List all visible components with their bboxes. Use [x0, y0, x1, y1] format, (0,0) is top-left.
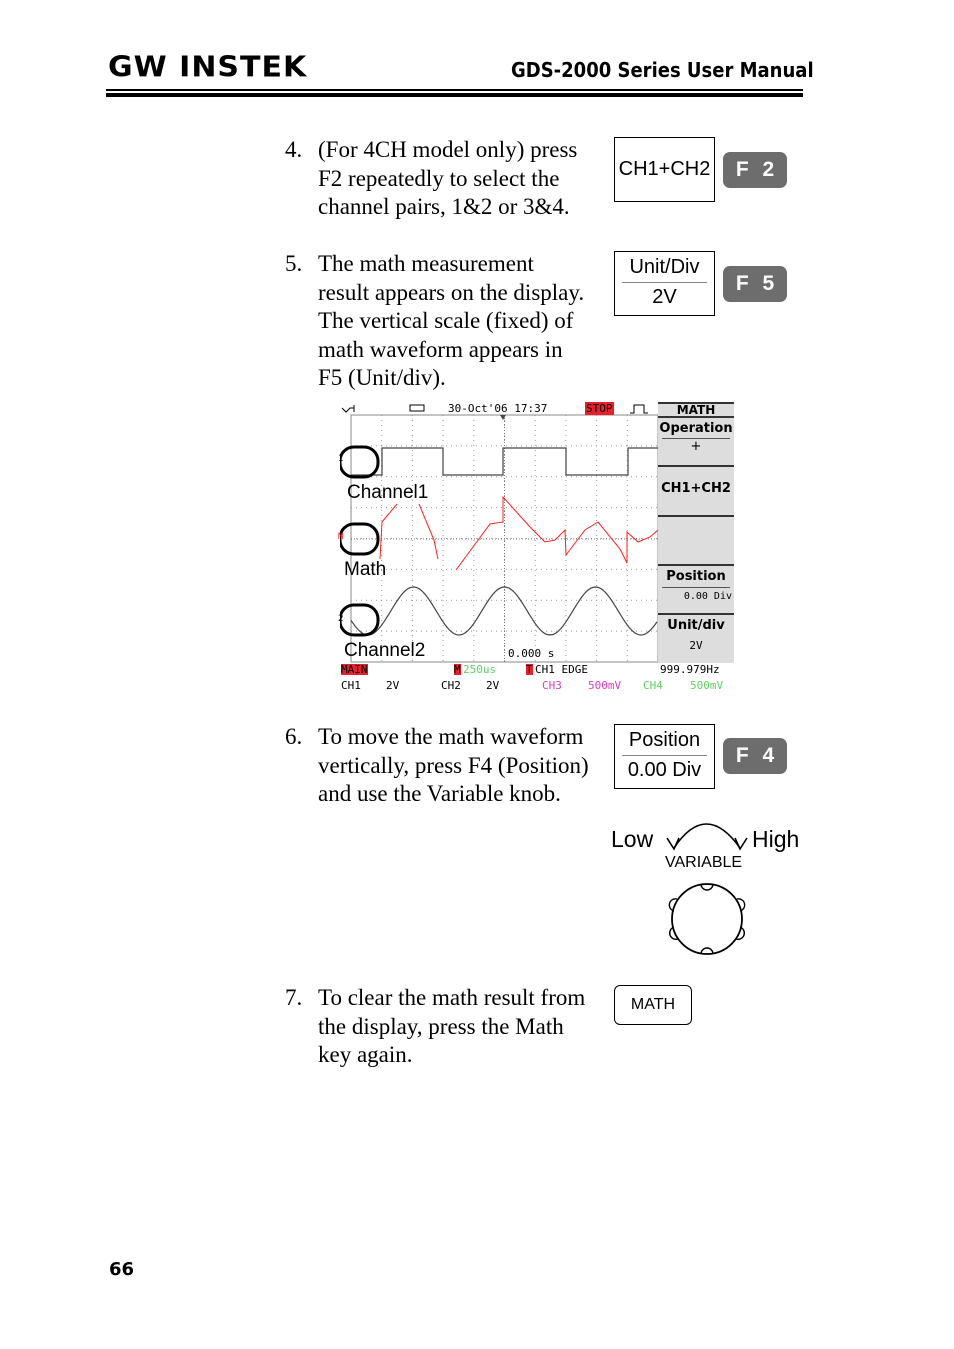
math-key-button[interactable]: MATH	[614, 985, 692, 1025]
position-softkey-display: Position 0.00 Div	[614, 724, 715, 789]
scope-menu-operation: Operation +	[658, 416, 734, 465]
unit-div-label: Unit/Div	[629, 256, 700, 278]
step-number: 4.	[285, 137, 303, 162]
usb-icon	[409, 404, 425, 412]
position-value: 0.00 Div	[627, 759, 702, 781]
knob-low-label: Low	[611, 826, 654, 852]
step-text: The math measurement result appears on t…	[318, 251, 585, 390]
ch2-label: CH2	[441, 679, 461, 692]
step-text: To clear the math result from the displa…	[318, 985, 586, 1067]
knob-high-label: High	[752, 826, 800, 852]
step-number: 5.	[285, 251, 303, 276]
knob-variable-label: VARIABLE	[665, 854, 743, 871]
mode-main: MAIN	[341, 663, 368, 676]
scope-menu-empty	[658, 515, 734, 564]
channel2-callout: Channel2	[344, 640, 426, 661]
manual-page: GW INSTEK GDS-2000 Series User Manual 4.…	[0, 0, 954, 1349]
ch3-scale: 500mV	[588, 679, 622, 692]
rotate-arrows-icon	[666, 823, 748, 851]
ch2-scale: 2V	[486, 679, 500, 692]
ch2-marker: 2	[338, 614, 344, 624]
scope-menu-source: CH1+CH2	[658, 465, 734, 515]
trigger-time: 0.000 s	[508, 647, 555, 660]
scope-menu-position: Position 0.00 Div	[658, 564, 734, 613]
variable-knob[interactable]	[668, 881, 746, 959]
unit-value: 2V	[689, 639, 703, 652]
step-number: 6.	[285, 724, 303, 749]
ch4-scale: 500mV	[690, 679, 724, 692]
f5-button[interactable]: F 5	[723, 266, 787, 302]
f2-button[interactable]: F 2	[723, 152, 787, 188]
ch1-marker: 1	[338, 454, 344, 464]
unit-div-softkey-display: Unit/Div 2V	[614, 251, 715, 316]
operation-label: Operation	[659, 421, 733, 436]
page-number: 66	[109, 1259, 135, 1280]
position-label: Position	[666, 569, 726, 584]
frequency: 999.979Hz	[660, 663, 720, 676]
f4-button[interactable]: F 4	[723, 738, 787, 774]
gw-instek-logo: GW INSTEK	[108, 50, 308, 85]
acquire-mode-icon	[630, 404, 648, 414]
ch3-label: CH3	[542, 679, 562, 692]
unit-label: Unit/div	[667, 618, 725, 633]
scope-status-stop: STOP	[585, 402, 614, 415]
scope-date: 30-Oct'06 17:37	[448, 402, 548, 415]
scope-menu-title: MATH	[658, 402, 734, 417]
probe-icon	[341, 405, 355, 413]
oscilloscope-screenshot: 30-Oct'06 17:37 STOP MATH Operation + CH…	[338, 402, 734, 694]
position-value: 0.00 Div	[683, 591, 732, 602]
step-number: 7.	[285, 985, 303, 1010]
step-text: To move the math waveform vertically, pr…	[318, 724, 589, 806]
math-callout: Math	[344, 559, 387, 580]
scope-menu-unit-div: Unit/div 2V	[658, 613, 734, 663]
manual-title: GDS-2000 Series User Manual	[511, 58, 814, 82]
trigger-info: CH1 EDGE	[535, 663, 588, 676]
unit-div-value: 2V	[652, 286, 677, 308]
ch4-label: CH4	[643, 679, 663, 692]
step-text: (For 4CH model only) press F2 repeatedly…	[318, 137, 578, 219]
operation-value: +	[690, 439, 702, 454]
ch1-label: CH1	[341, 679, 361, 692]
channel1-callout: Channel1	[347, 482, 429, 503]
ch-pair-softkey-display: CH1+CH2	[614, 137, 715, 202]
timebase-mark: M	[454, 663, 461, 676]
position-label: Position	[628, 729, 701, 751]
timebase: 250us	[463, 663, 497, 676]
math-marker: M	[338, 532, 344, 542]
trigger-mark: T	[526, 663, 533, 676]
ch1-scale: 2V	[386, 679, 400, 692]
header-rule-thick	[106, 93, 803, 97]
header-rule	[106, 89, 803, 91]
